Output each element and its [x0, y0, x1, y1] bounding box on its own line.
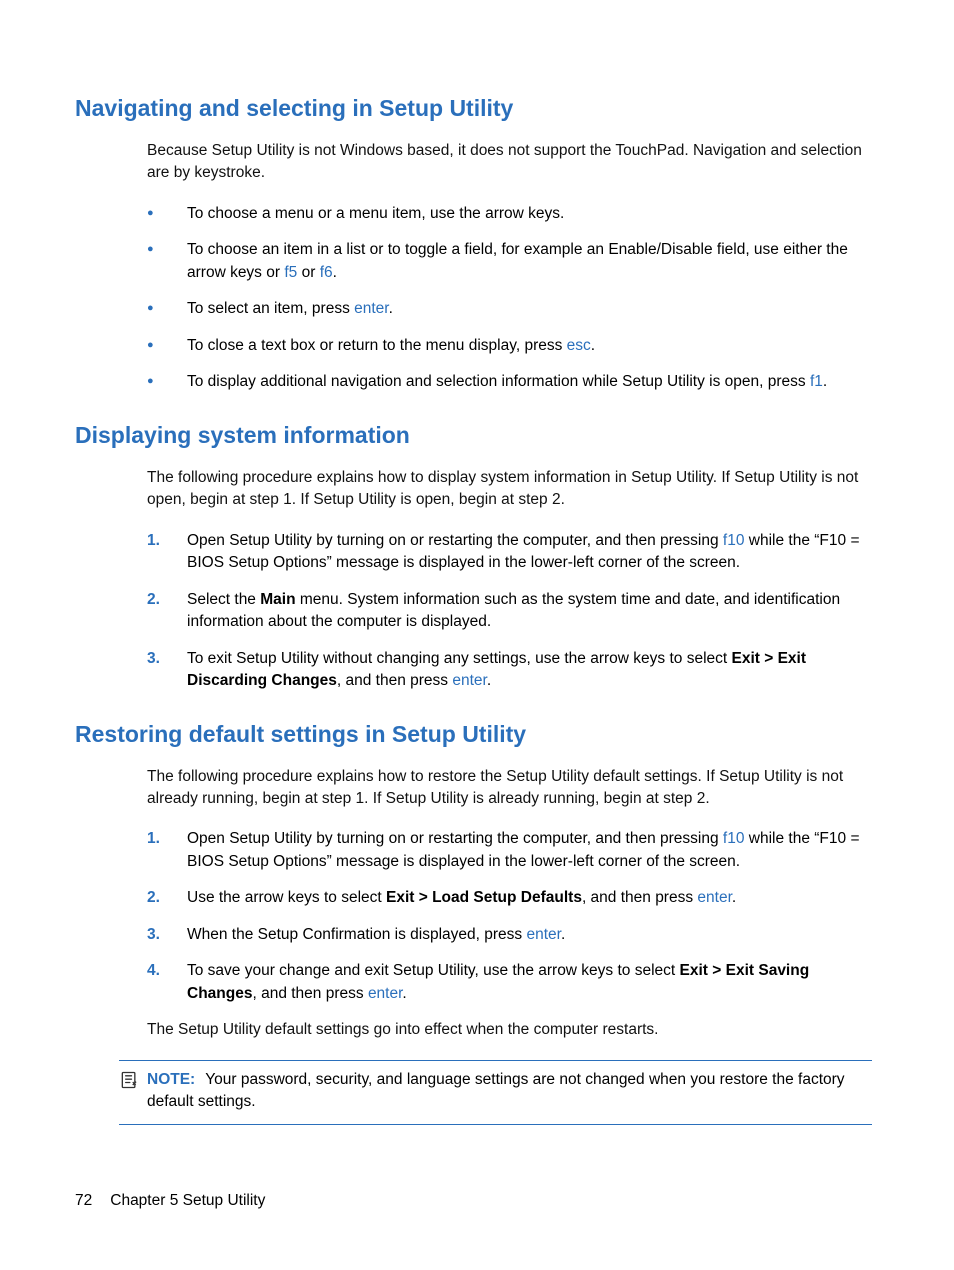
key-f1: f1 [810, 373, 823, 390]
list-item: When the Setup Confirmation is displayed… [147, 924, 872, 946]
page-footer: 72 Chapter 5 Setup Utility [75, 1192, 265, 1210]
bold-main: Main [260, 591, 295, 608]
key-enter: enter [452, 672, 486, 689]
step-text: , and then press [582, 889, 697, 906]
bullet-text: To close a text box or return to the men… [187, 337, 567, 354]
key-f10: f10 [723, 532, 745, 549]
list-item: To choose a menu or a menu item, use the… [147, 203, 872, 225]
restore-outro: The Setup Utility default settings go in… [147, 1019, 872, 1041]
step-text: . [732, 889, 736, 906]
step-text: Open Setup Utility by turning on or rest… [187, 830, 723, 847]
note-text: Your password, security, and language se… [147, 1071, 845, 1110]
step-text: Use the arrow keys to select [187, 889, 386, 906]
step-text: , and then press [252, 985, 367, 1002]
nav-intro: Because Setup Utility is not Windows bas… [147, 140, 872, 185]
heading-sysinfo: Displaying system information [75, 422, 872, 449]
step-text: Open Setup Utility by turning on or rest… [187, 532, 723, 549]
step-text: . [487, 672, 491, 689]
nav-bullets: To choose a menu or a menu item, use the… [147, 203, 872, 394]
list-item: To choose an item in a list or to toggle… [147, 239, 872, 284]
list-item: To select an item, press enter. [147, 298, 872, 320]
restore-steps: Open Setup Utility by turning on or rest… [147, 828, 872, 1005]
bullet-text: . [591, 337, 595, 354]
page-number: 72 [75, 1192, 92, 1209]
note-icon [119, 1070, 139, 1090]
chapter-label: Chapter 5 Setup Utility [110, 1192, 265, 1209]
key-f10: f10 [723, 830, 745, 847]
bullet-text: or [297, 264, 319, 281]
list-item: Select the Main menu. System information… [147, 589, 872, 634]
bullet-text: . [389, 300, 393, 317]
step-text: To exit Setup Utility without changing a… [187, 650, 732, 667]
bullet-text: . [333, 264, 337, 281]
restore-intro: The following procedure explains how to … [147, 766, 872, 811]
sysinfo-intro: The following procedure explains how to … [147, 467, 872, 512]
list-item: Open Setup Utility by turning on or rest… [147, 828, 872, 873]
step-text: Select the [187, 591, 260, 608]
key-enter: enter [526, 926, 560, 943]
note-box: NOTE:Your password, security, and langua… [119, 1060, 872, 1125]
key-esc: esc [567, 337, 591, 354]
note-content: NOTE:Your password, security, and langua… [147, 1069, 872, 1114]
step-text: When the Setup Confirmation is displayed… [187, 926, 526, 943]
list-item: To display additional navigation and sel… [147, 371, 872, 393]
key-enter: enter [354, 300, 388, 317]
bullet-text: To display additional navigation and sel… [187, 373, 810, 390]
list-item: To close a text box or return to the men… [147, 335, 872, 357]
list-item: To exit Setup Utility without changing a… [147, 648, 872, 693]
bullet-text: . [823, 373, 827, 390]
bold-exit: Exit > Load Setup Defaults [386, 889, 582, 906]
note-label: NOTE: [147, 1071, 195, 1088]
bullet-text: To choose a menu or a menu item, use the… [187, 205, 564, 222]
key-f5: f5 [284, 264, 297, 281]
list-item: Open Setup Utility by turning on or rest… [147, 530, 872, 575]
step-text: . [402, 985, 406, 1002]
step-text: . [561, 926, 565, 943]
list-item: Use the arrow keys to select Exit > Load… [147, 887, 872, 909]
key-f6: f6 [320, 264, 333, 281]
key-enter: enter [697, 889, 731, 906]
step-text: To save your change and exit Setup Utili… [187, 962, 680, 979]
step-text: , and then press [337, 672, 452, 689]
heading-restore: Restoring default settings in Setup Util… [75, 721, 872, 748]
sysinfo-steps: Open Setup Utility by turning on or rest… [147, 530, 872, 693]
heading-navigating: Navigating and selecting in Setup Utilit… [75, 95, 872, 122]
bullet-text: To select an item, press [187, 300, 354, 317]
key-enter: enter [368, 985, 402, 1002]
list-item: To save your change and exit Setup Utili… [147, 960, 872, 1005]
